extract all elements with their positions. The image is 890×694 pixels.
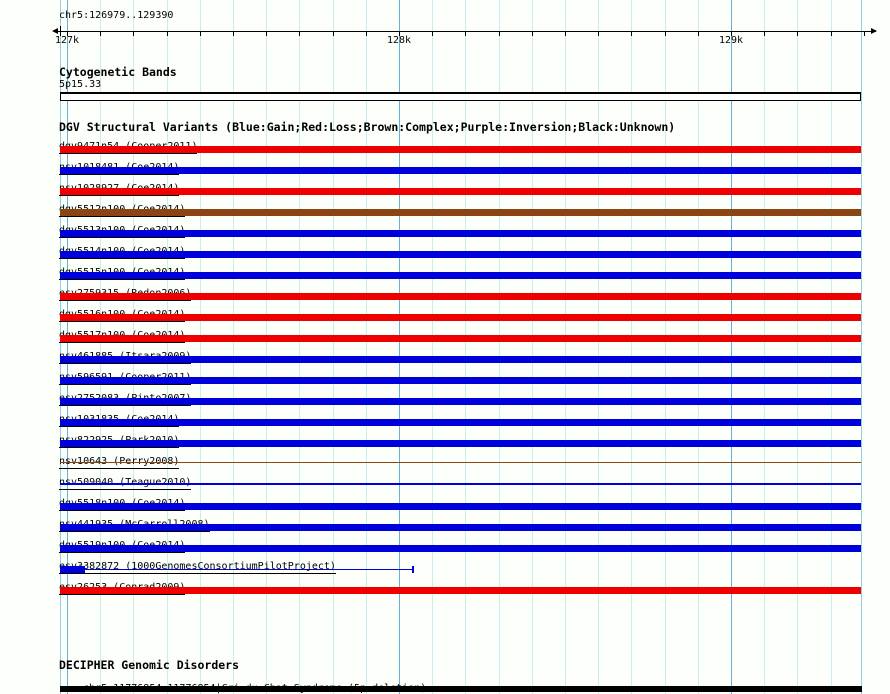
dgv-variant-row: dgv5513n100 (Coe2014) bbox=[59, 218, 869, 239]
variant-label[interactable]: nsv10643 (Perry2008) bbox=[59, 457, 180, 469]
dgv-variant-row: dgv5516n100 (Coe2014) bbox=[59, 302, 869, 323]
ruler-tick bbox=[233, 31, 234, 36]
variant-bar[interactable] bbox=[60, 524, 861, 531]
variant-bar[interactable] bbox=[60, 587, 861, 594]
ruler-left-arrow-icon bbox=[52, 28, 58, 34]
ruler-tick bbox=[166, 31, 168, 36]
dgv-variant-row: nsv461885 (Itsara2009) bbox=[59, 344, 869, 365]
dgv-variant-row: nsv509040 (Teague2010) bbox=[59, 470, 869, 491]
dgv-variant-row: dgv5514n100 (Coe2014) bbox=[59, 239, 869, 260]
dgv-variant-row: esv26253 (Conrad2009) bbox=[59, 575, 869, 596]
variant-bar[interactable] bbox=[60, 335, 861, 342]
variant-bar[interactable] bbox=[60, 356, 861, 363]
ruler-tick bbox=[465, 31, 467, 36]
dgv-variant-row: nsv822925 (Park2010) bbox=[59, 428, 869, 449]
ruler-tick bbox=[697, 31, 699, 36]
ruler-tick bbox=[299, 31, 301, 36]
ruler-tick bbox=[498, 31, 500, 36]
ruler-tick bbox=[863, 31, 865, 36]
dgv-variant-row: nsv10643 (Perry2008) bbox=[59, 449, 869, 470]
genome-browser-view: chr5:126979..129390 127k 128k 129k Cytogen… bbox=[0, 0, 890, 694]
decipher-variant-bar[interactable] bbox=[60, 686, 862, 692]
variant-bar[interactable] bbox=[60, 440, 861, 447]
dgv-track-title: DGV Structural Variants (Blue:Gain;Red:L… bbox=[59, 120, 676, 134]
dgv-variant-row: nsv596591 (Cooper2011) bbox=[59, 365, 869, 386]
dgv-variant-row: esv2752083 (Pinto2007) bbox=[59, 386, 869, 407]
dgv-variant-row: dgv9471n54 (Cooper2011) bbox=[59, 134, 869, 155]
ruler-tick bbox=[365, 31, 367, 36]
cytogenetic-bands-title: Cytogenetic Bands bbox=[59, 65, 177, 79]
ruler-tick bbox=[631, 31, 633, 36]
ruler-right-arrow-icon bbox=[871, 28, 877, 34]
ruler-tick bbox=[133, 31, 135, 36]
variant-bar[interactable] bbox=[60, 419, 861, 426]
variant-bar[interactable] bbox=[60, 230, 861, 237]
variant-bar[interactable] bbox=[60, 188, 861, 195]
ruler-tick bbox=[797, 31, 799, 36]
dgv-variant-row: dgv5518n100 (Coe2014) bbox=[59, 491, 869, 512]
ruler-tick bbox=[764, 31, 766, 36]
dgv-variant-row: dgv5512n100 (Coe2014) bbox=[59, 197, 869, 218]
variant-bar[interactable] bbox=[85, 569, 414, 570]
variant-bar[interactable] bbox=[412, 566, 414, 573]
dgv-variant-row: esv3382872 (1000GenomesConsortiumPilotPr… bbox=[59, 554, 869, 575]
variant-bar[interactable] bbox=[60, 483, 861, 485]
dgv-variant-row: dgv5519n100 (Coe2014) bbox=[59, 533, 869, 554]
decipher-track-title: DECIPHER Genomic Disorders bbox=[59, 658, 240, 672]
dgv-variant-row: nsv1031835 (Coe2014) bbox=[59, 407, 869, 428]
ruler-tick bbox=[565, 31, 566, 36]
variant-label[interactable]: esv3382872 (1000GenomesConsortiumPilotPr… bbox=[59, 562, 336, 574]
variant-bar[interactable] bbox=[60, 146, 861, 153]
ruler-tick bbox=[332, 31, 334, 36]
variant-bar[interactable] bbox=[60, 503, 861, 510]
variant-bar[interactable] bbox=[60, 167, 861, 174]
dgv-variant-row: nsv1028927 (Coe2014) bbox=[59, 176, 869, 197]
cytoband-label: 5p15.33 bbox=[59, 79, 102, 90]
ruler-tick bbox=[266, 31, 268, 36]
variant-bar[interactable] bbox=[60, 272, 861, 279]
ruler-tick bbox=[830, 31, 832, 36]
variant-bar[interactable] bbox=[60, 209, 861, 216]
variant-bar[interactable] bbox=[60, 398, 861, 405]
dgv-variant-row: dgv5515n100 (Coe2014) bbox=[59, 260, 869, 281]
variant-bar[interactable] bbox=[60, 251, 861, 258]
ruler-tick bbox=[664, 31, 666, 36]
ruler-tick-label: 129k bbox=[718, 35, 744, 46]
ruler-tick bbox=[100, 31, 102, 36]
cytoband-rect[interactable] bbox=[60, 92, 861, 101]
ruler-tick-label: 127k bbox=[54, 35, 80, 46]
variant-bar[interactable] bbox=[60, 377, 861, 384]
variant-bar[interactable] bbox=[60, 462, 861, 463]
variant-bar[interactable] bbox=[60, 566, 85, 573]
ruler-tick bbox=[199, 31, 201, 36]
dgv-variant-row: esv2759315 (Redon2006) bbox=[59, 281, 869, 302]
dgv-variant-row: nsv441935 (McCarroll2008) bbox=[59, 512, 869, 533]
dgv-variant-row: nsv1018481 (Coe2014) bbox=[59, 155, 869, 176]
ruler-tick-label: 128k bbox=[386, 35, 412, 46]
dgv-variant-row: dgv5517n100 (Coe2014) bbox=[59, 323, 869, 344]
ruler-tick bbox=[432, 31, 434, 36]
variant-bar[interactable] bbox=[60, 314, 861, 321]
variant-bar[interactable] bbox=[60, 293, 861, 300]
region-label: chr5:126979..129390 bbox=[59, 10, 174, 21]
ruler-tick bbox=[531, 31, 533, 36]
variant-bar[interactable] bbox=[60, 545, 861, 552]
ruler-tick bbox=[598, 31, 600, 36]
